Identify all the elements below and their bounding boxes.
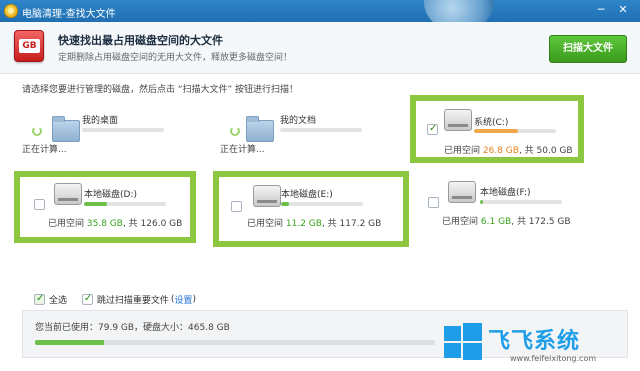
drive-name: 本地磁盘(F:): [480, 188, 531, 198]
hard-drive-icon: [54, 183, 82, 205]
watermark-url: www.feifeixitong.com: [510, 354, 597, 363]
app-logo-icon: [4, 4, 18, 18]
used-space-value: 26.8 GB: [482, 146, 519, 156]
drive-status: 正在计算...: [22, 145, 67, 155]
drive-usage-bar: [82, 128, 164, 132]
watermark-brand: 飞飞系统: [488, 329, 581, 354]
minimize-button[interactable]: ─: [592, 2, 610, 18]
disk-usage-text: 您当前已使用：79.9 GB，硬盘大小：465.8 GB: [35, 323, 230, 333]
scan-large-files-button[interactable]: 扫描大文件: [549, 35, 627, 63]
total-space: , 共 126.0 GB: [122, 219, 183, 229]
drive-usage-fill: [84, 202, 108, 206]
drive-card-f[interactable]: 本地磁盘(F:) 已用空间 6.1 GB, 共 172.5 GB: [420, 177, 610, 241]
skip-important-label[interactable]: 跳过扫描重要文件: [97, 296, 169, 306]
drive-name: 本地磁盘(E:): [281, 190, 333, 200]
used-space-label: 已用空间: [442, 217, 479, 227]
settings-link[interactable]: 设置: [174, 296, 192, 306]
desktop-folder-icon: [52, 116, 80, 142]
drive-card-desktop[interactable]: 我的桌面 正在计算...: [22, 106, 212, 170]
drive-checkbox[interactable]: [428, 197, 439, 208]
drive-checkbox[interactable]: [427, 123, 438, 135]
window-title: 电脑清理-查找大文件: [22, 9, 116, 20]
instruction-text: 请选择您要进行管理的磁盘，然后点击 “扫描大文件” 按钮进行扫描！: [22, 85, 299, 95]
windows-logo-icon: [444, 322, 482, 360]
header-title: 快速找出最占用磁盘空间的大文件: [58, 34, 223, 47]
drive-stats: 已用空间 35.8 GB, 共 126.0 GB: [48, 216, 182, 229]
drive-name: 系统(C:): [474, 118, 509, 128]
close-button[interactable]: ✕: [614, 2, 632, 18]
total-space: , 共 172.5 GB: [511, 217, 571, 227]
disk-usage-bar: [35, 340, 435, 345]
hard-drive-icon: [448, 181, 476, 203]
options-row: 全选 跳过扫描重要文件(设置): [34, 293, 196, 306]
used-space-label: 已用空间: [444, 146, 481, 156]
disk-usage-fill: [35, 340, 104, 345]
hard-drive-icon: [253, 185, 281, 207]
drive-card-d[interactable]: 本地磁盘(D:) 已用空间 35.8 GB, 共 126.0 GB: [14, 171, 196, 243]
system-drive-icon: [444, 109, 472, 131]
drive-usage-bar: [480, 200, 562, 204]
used-space-label: 已用空间: [247, 219, 284, 229]
drive-status: 正在计算...: [220, 145, 265, 155]
drive-usage-bar: [281, 202, 363, 206]
total-space: , 共 50.0 GB: [518, 146, 573, 156]
used-space-value: 11.2 GB: [285, 219, 322, 229]
drive-usage-fill: [480, 200, 483, 204]
used-space-value: 6.1 GB: [480, 217, 512, 227]
title-bar: 电脑清理-查找大文件 ─ ✕: [0, 0, 640, 32]
used-space-value: 35.8 GB: [86, 219, 123, 229]
drive-name: 我的桌面: [82, 116, 119, 126]
drive-stats: 已用空间 6.1 GB, 共 172.5 GB: [442, 214, 571, 227]
select-all-checkbox[interactable]: [34, 293, 45, 305]
documents-folder-icon: [246, 116, 274, 142]
drive-usage-fill: [281, 202, 289, 206]
drive-name: 我的文档: [280, 116, 317, 126]
drive-checkbox[interactable]: [34, 199, 45, 210]
loading-spinner-icon: [230, 126, 240, 136]
loading-spinner-icon: [32, 126, 42, 136]
close-paren: ): [192, 294, 196, 305]
drive-stats: 已用空间 26.8 GB, 共 50.0 GB: [444, 143, 573, 156]
drive-stats: 已用空间 11.2 GB, 共 117.2 GB: [247, 216, 381, 229]
header-subtitle: 定期删除占用磁盘空间的无用大文件，释放更多磁盘空间！: [58, 53, 293, 63]
drive-usage-bar: [280, 128, 362, 132]
big-file-gb-icon: GB: [14, 30, 44, 62]
drive-name: 本地磁盘(D:): [84, 190, 137, 200]
drive-usage-bar: [84, 202, 166, 206]
drive-card-e[interactable]: 本地磁盘(E:) 已用空间 11.2 GB, 共 117.2 GB: [213, 171, 409, 247]
drive-usage-bar: [474, 129, 556, 133]
gb-icon-label: GB: [19, 39, 40, 53]
skip-important-checkbox[interactable]: [81, 293, 93, 305]
select-all-label[interactable]: 全选: [49, 296, 67, 306]
drive-checkbox[interactable]: [231, 201, 242, 212]
drive-usage-fill: [474, 129, 518, 133]
total-space: , 共 117.2 GB: [321, 219, 382, 229]
header: GB 快速找出最占用磁盘空间的大文件 定期删除占用磁盘空间的无用大文件，释放更多…: [0, 22, 640, 74]
used-space-label: 已用空间: [48, 219, 85, 229]
drive-card-c[interactable]: 系统(C:) 已用空间 26.8 GB, 共 50.0 GB: [410, 95, 584, 163]
drive-card-documents[interactable]: 我的文档 正在计算...: [220, 106, 410, 170]
